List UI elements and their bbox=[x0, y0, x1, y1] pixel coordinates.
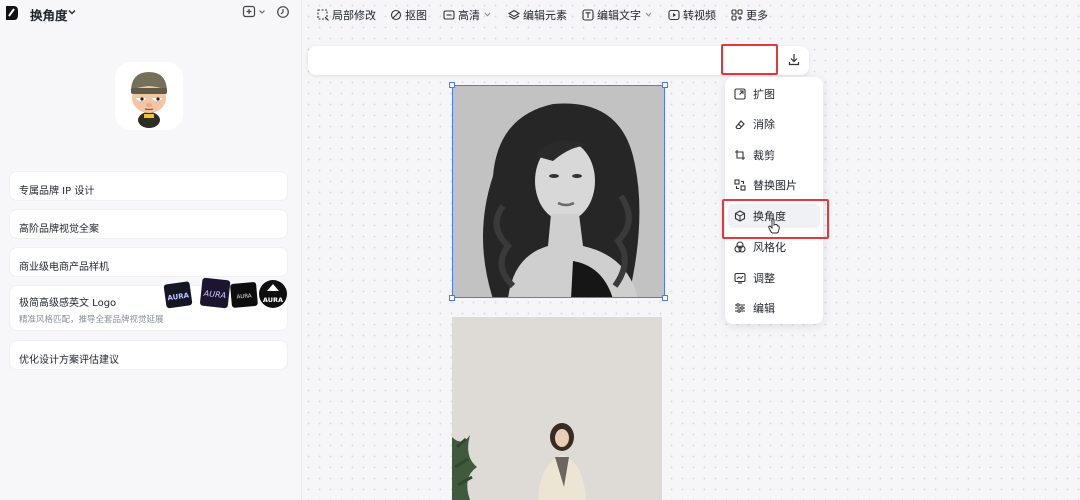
replace-icon bbox=[734, 179, 746, 191]
toolbar-label: 编辑元素 bbox=[523, 8, 567, 22]
chevron-down-icon[interactable] bbox=[67, 7, 77, 17]
chevron-down-icon bbox=[484, 12, 491, 17]
edit-icon bbox=[735, 303, 745, 313]
menu-item-replace-image[interactable]: 替换图片 bbox=[728, 173, 820, 197]
svg-text:AURA: AURA bbox=[263, 296, 283, 304]
menu-item-label: 调整 bbox=[753, 272, 775, 285]
toolbar-label: 编辑文字 bbox=[597, 8, 641, 22]
menu-item-label: 替换图片 bbox=[753, 179, 797, 192]
menu-item-erase[interactable]: 消除 bbox=[728, 112, 820, 136]
adjust-icon bbox=[734, 272, 746, 284]
toolbar-to-video-button[interactable]: 转视频 bbox=[668, 7, 716, 22]
hd-icon bbox=[443, 9, 455, 20]
design-canvas[interactable] bbox=[303, 0, 1080, 500]
history-icon[interactable] bbox=[276, 5, 290, 19]
menu-item-edit[interactable]: 编辑 bbox=[728, 296, 820, 320]
suggestion-title: 极简高级感英文 Logo bbox=[19, 298, 117, 309]
crop-icon bbox=[735, 150, 745, 160]
toolbar-cutout-button[interactable]: 抠图 bbox=[390, 7, 427, 22]
suggestion-title: 专属品牌 IP 设计 bbox=[19, 186, 95, 197]
resize-handle[interactable] bbox=[662, 82, 668, 88]
video-icon bbox=[668, 9, 680, 20]
suggestion-card[interactable]: 专属品牌 IP 设计 bbox=[9, 171, 288, 201]
cutout-icon bbox=[390, 9, 402, 20]
toolbar-label: 高清 bbox=[458, 8, 480, 22]
sidebar: 换角度 专属品牌 IP 设计 高阶品牌视觉全案 商业级电商产品样机 极简高级感英… bbox=[0, 0, 302, 500]
suggestion-title: 高阶品牌视觉全案 bbox=[19, 224, 99, 235]
app-logo-icon[interactable] bbox=[5, 5, 19, 21]
suggestion-card[interactable]: 优化设计方案评估建议 bbox=[9, 340, 288, 370]
menu-item-label: 扩图 bbox=[753, 88, 775, 101]
menu-item-crop[interactable]: 裁剪 bbox=[728, 143, 820, 167]
aura-logo-samples: AURA AURA AURA AURA bbox=[163, 277, 287, 309]
toolbar-label: 更多 bbox=[746, 8, 768, 22]
more-button-highlight bbox=[721, 44, 778, 75]
toolbar-hd-button[interactable]: 高清 bbox=[443, 7, 491, 22]
toolbar-more-button[interactable]: 更多 bbox=[731, 7, 768, 22]
toolbar-label: 局部修改 bbox=[332, 8, 376, 22]
menu-item-adjust[interactable]: 调整 bbox=[728, 266, 820, 290]
toolbar-label: 转视频 bbox=[683, 8, 716, 22]
menu-item-label: 裁剪 bbox=[753, 149, 775, 162]
toolbar-local-edit-button[interactable]: 局部修改 bbox=[317, 7, 376, 22]
menu-item-label: 编辑 bbox=[753, 302, 775, 315]
menu-item-label: 消除 bbox=[753, 118, 775, 131]
toolbar-label: 抠图 bbox=[405, 8, 427, 22]
hand-cursor-icon bbox=[768, 218, 780, 234]
menu-item-label: 风格化 bbox=[753, 241, 786, 254]
crop-select-icon bbox=[317, 8, 329, 21]
toolbar-edit-text-button[interactable]: 编辑文字 bbox=[582, 7, 652, 22]
style-icon bbox=[734, 241, 746, 253]
resize-handle[interactable] bbox=[449, 82, 455, 88]
toolbar-edit-elements-button[interactable]: 编辑元素 bbox=[508, 7, 567, 22]
grid-icon bbox=[731, 8, 743, 21]
chevron-down-icon[interactable] bbox=[258, 8, 266, 16]
new-chat-icon[interactable] bbox=[242, 5, 256, 19]
ip-mascot-avatar bbox=[115, 62, 183, 130]
suggestion-subtitle: 精准风格匹配，推导全套品牌视觉延展 bbox=[19, 315, 164, 325]
suggestion-card[interactable]: 高阶品牌视觉全案 bbox=[9, 209, 288, 239]
eraser-icon bbox=[735, 120, 745, 130]
fashion-photo-image[interactable] bbox=[452, 317, 662, 500]
project-title[interactable]: 换角度 bbox=[30, 5, 68, 24]
chevron-down-icon bbox=[645, 12, 652, 17]
suggestion-card[interactable]: 商业级电商产品样机 bbox=[9, 247, 288, 277]
suggestion-title: 商业级电商产品样机 bbox=[19, 262, 109, 273]
download-icon[interactable] bbox=[788, 53, 800, 66]
expand-icon bbox=[734, 88, 746, 100]
menu-item-expand[interactable]: 扩图 bbox=[728, 82, 820, 106]
suggestion-title: 优化设计方案评估建议 bbox=[19, 355, 119, 366]
resize-handle[interactable] bbox=[449, 295, 455, 301]
selected-portrait-image[interactable] bbox=[452, 85, 665, 298]
sidebar-header: 换角度 bbox=[0, 0, 302, 26]
resize-handle[interactable] bbox=[662, 295, 668, 301]
text-icon bbox=[582, 8, 594, 21]
layers-icon bbox=[508, 9, 520, 20]
